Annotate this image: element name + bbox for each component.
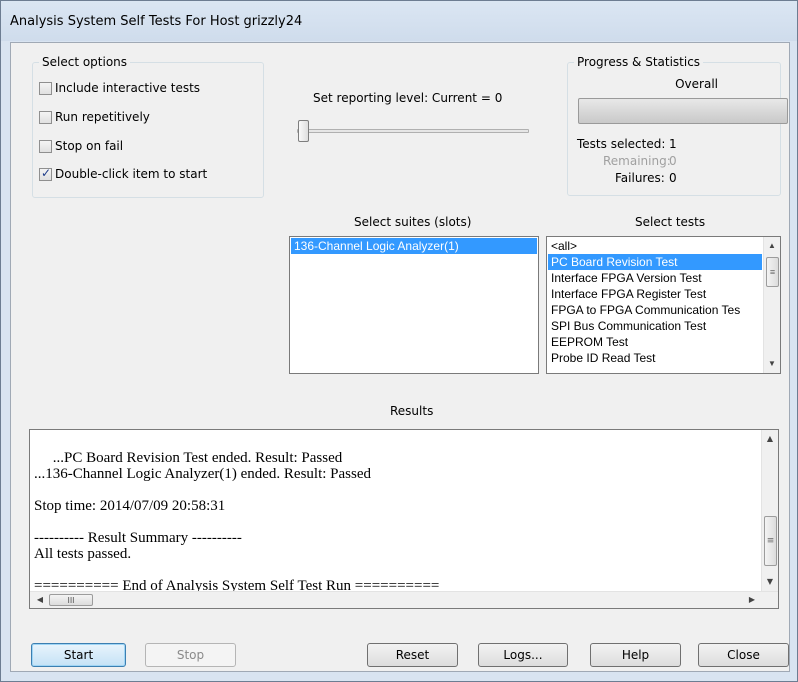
select-options-group: Select options Include interactive tests… — [32, 55, 264, 198]
title-bar[interactable]: Analysis System Self Tests For Host griz… — [1, 1, 797, 41]
test-item[interactable]: SPI Bus Communication Test — [548, 318, 762, 334]
checkbox-box[interactable] — [39, 110, 52, 124]
scroll-thumb[interactable]: ≡ — [764, 516, 777, 566]
overall-progress-bar — [578, 98, 788, 124]
results-line: Stop time: 2014/07/09 20:58:31 — [34, 498, 226, 514]
checkbox-box[interactable] — [39, 139, 52, 153]
results-text: ...PC Board Revision Test ended. Result:… — [34, 434, 758, 594]
test-item[interactable]: PC Board Revision Test — [548, 254, 762, 270]
overall-label: Overall — [675, 77, 718, 91]
results-horizontal-scrollbar[interactable]: ◀ III ▶ — [30, 591, 778, 608]
results-label: Results — [390, 404, 434, 418]
tests-listbox[interactable]: <all> PC Board Revision Test Interface F… — [546, 236, 781, 374]
scroll-down-icon[interactable]: ▼ — [764, 356, 780, 372]
results-vertical-scrollbar[interactable]: ▲ ≡ ▼ — [761, 430, 778, 591]
test-item[interactable]: Interface FPGA Version Test — [548, 270, 762, 286]
scroll-thumb[interactable]: ≡ — [766, 257, 779, 287]
self-test-window: Analysis System Self Tests For Host griz… — [0, 0, 798, 682]
tests-selected-value: 1 — [669, 137, 677, 151]
start-button[interactable]: Start — [31, 643, 126, 667]
checkbox-box[interactable] — [39, 81, 52, 95]
tests-selected-label: Tests selected: — [577, 137, 666, 151]
horizontal-scroll-thumb[interactable]: III — [49, 594, 93, 606]
progress-statistics-label: Progress & Statistics — [574, 55, 704, 69]
test-item[interactable]: EEPROM Test — [548, 334, 762, 350]
checkbox-box[interactable] — [39, 166, 52, 181]
include-interactive-tests-checkbox[interactable]: Include interactive tests — [39, 79, 200, 97]
results-textarea[interactable]: ...PC Board Revision Test ended. Result:… — [29, 429, 779, 609]
scroll-up-icon[interactable]: ▲ — [762, 431, 778, 447]
reporting-level-slider-track[interactable] — [297, 129, 529, 133]
logs-button[interactable]: Logs... — [478, 643, 568, 667]
select-tests-label: Select tests — [635, 215, 706, 229]
results-line: ...PC Board Revision Test ended. Result:… — [34, 450, 343, 466]
scroll-right-icon[interactable]: ▶ — [744, 592, 760, 608]
results-line: ---------- Result Summary ---------- — [34, 530, 242, 546]
test-item[interactable]: FPGA to FPGA Communication Tes — [548, 302, 762, 318]
reporting-level-slider-thumb[interactable] — [298, 120, 309, 142]
stop-on-fail-checkbox[interactable]: Stop on fail — [39, 137, 123, 155]
test-item[interactable]: Interface FPGA Register Test — [548, 286, 762, 302]
failures-label: Failures: — [615, 171, 665, 185]
reset-button[interactable]: Reset — [367, 643, 458, 667]
select-suites-label: Select suites (slots) — [354, 215, 472, 229]
help-button[interactable]: Help — [590, 643, 681, 667]
failures-value: 0 — [669, 171, 677, 185]
stop-button[interactable]: Stop — [145, 643, 236, 667]
test-item-all[interactable]: <all> — [548, 238, 762, 254]
dialog-body: Select options Include interactive tests… — [10, 42, 790, 672]
grip-icon: ≡ — [766, 536, 775, 546]
suites-listbox[interactable]: 136-Channel Logic Analyzer(1) — [289, 236, 539, 374]
grip-icon: ≡ — [769, 267, 776, 277]
window-title: Analysis System Self Tests For Host griz… — [10, 14, 303, 29]
results-line: All tests passed. — [34, 546, 132, 562]
test-item[interactable]: Probe ID Read Test — [548, 350, 762, 366]
grip-icon: III — [67, 596, 75, 605]
reporting-level-label: Set reporting level: Current = 0 — [313, 91, 503, 105]
tests-vertical-scrollbar[interactable]: ▲ ≡ ▼ — [763, 237, 780, 373]
remaining-label: Remaining: — [603, 154, 671, 168]
checkbox-label: Include interactive tests — [55, 81, 201, 95]
results-line: ...136-Channel Logic Analyzer(1) ended. … — [34, 466, 372, 482]
select-options-label: Select options — [39, 55, 131, 69]
checkbox-label: Run repetitively — [55, 110, 150, 124]
suite-item[interactable]: 136-Channel Logic Analyzer(1) — [291, 238, 537, 254]
scroll-up-icon[interactable]: ▲ — [764, 238, 780, 254]
checkbox-label: Stop on fail — [55, 139, 124, 153]
close-button[interactable]: Close — [698, 643, 789, 667]
double-click-to-start-checkbox[interactable]: Double-click item to start — [39, 165, 207, 183]
run-repetitively-checkbox[interactable]: Run repetitively — [39, 108, 150, 126]
remaining-value: 0 — [669, 154, 677, 168]
checkbox-label: Double-click item to start — [55, 167, 208, 181]
progress-statistics-group: Progress & Statistics Overall Tests sele… — [567, 55, 788, 196]
scroll-down-icon[interactable]: ▼ — [762, 574, 778, 590]
scroll-left-icon[interactable]: ◀ — [32, 592, 48, 608]
